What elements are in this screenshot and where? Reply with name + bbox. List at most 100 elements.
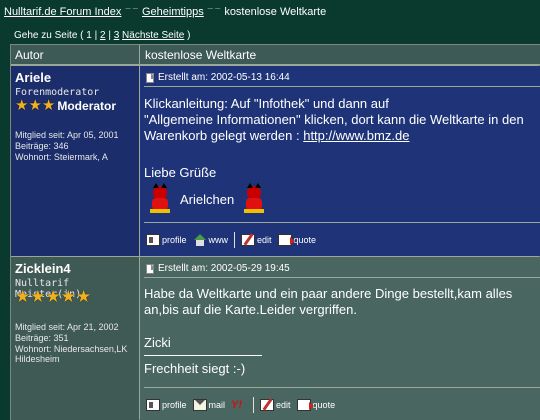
author-username: Ariele (15, 70, 52, 85)
edit-icon (241, 234, 256, 246)
quote-icon (296, 399, 314, 411)
edit-icon (260, 399, 275, 411)
post-document-icon (146, 263, 154, 274)
rank-stars: ★ ★ ★ ★ ★ (15, 288, 91, 305)
profile-label: profile (162, 235, 187, 245)
message-line: Habe da Weltkarte und ein paar andere Di… (144, 286, 513, 301)
post-row: Ariele Forenmoderator ★ ★ ★ Moderator Mi… (11, 66, 540, 256)
profile-button[interactable]: profile (146, 234, 187, 246)
action-divider (234, 232, 236, 248)
star-icon: ★ (45, 287, 61, 306)
message-line: Warenkorb gelegt werden : http://www.bmz… (144, 128, 535, 144)
post-actions: profile www edit quote (146, 232, 316, 248)
topic-column-header: kostenlose Weltkarte (145, 48, 257, 62)
header-rule (144, 86, 540, 87)
header-rule (144, 277, 540, 278)
pager-suffix: ) (187, 30, 191, 41)
yahoo-button[interactable]: Y! (231, 399, 247, 411)
location: Wohnort: Niedersachsen,LK (15, 344, 128, 354)
signature-separator (144, 355, 262, 356)
quote-label: quote (312, 400, 336, 410)
post-body: Erstellt am: 2002-05-29 19:45 Habe da We… (140, 257, 540, 420)
edit-label: edit (276, 400, 291, 410)
quote-icon (277, 234, 295, 246)
post-message: Klickanleitung: Auf "Infothek" und dann … (144, 96, 535, 144)
signature-name: Arielchen (180, 191, 235, 207)
post-actions: profile mail Y! edit quote (146, 397, 335, 413)
signature-block: Arielchen (146, 183, 268, 213)
edit-button[interactable]: edit (241, 234, 272, 246)
quote-button[interactable]: quote (296, 399, 336, 411)
www-label: www (208, 235, 229, 245)
signature: Frechheit siegt :-) (144, 361, 246, 376)
star-icon: ★ (28, 97, 42, 114)
author-column-header: Autor (15, 48, 44, 62)
message-line: Klickanleitung: Auf "Infothek" und dann … (144, 96, 389, 111)
table-header: Autor kostenlose Weltkarte (11, 45, 540, 65)
profile-icon (146, 399, 160, 411)
breadcrumb-separator: ¯ ¯ (207, 7, 221, 17)
post-header: Erstellt am: 2002-05-13 16:44 (146, 72, 290, 83)
actions-rule (144, 387, 540, 388)
pager-next-link[interactable]: Nächste Seite (122, 30, 184, 41)
bmz-link[interactable]: http://www.bmz.de (303, 128, 409, 143)
post-created-date: Erstellt am: 2002-05-29 19:45 (158, 263, 290, 274)
post-body: Erstellt am: 2002-05-13 16:44 Klickanlei… (140, 66, 540, 256)
star-icon: ★ (15, 287, 31, 306)
star-icon: ★ (76, 287, 92, 306)
post-header: Erstellt am: 2002-05-29 19:45 (146, 263, 290, 274)
post-count: Beiträge: 346 (15, 141, 69, 151)
mail-button[interactable]: mail (192, 399, 225, 411)
action-divider (253, 397, 255, 413)
www-button[interactable]: www (193, 234, 229, 246)
location: Wohnort: Steiermark, A (15, 152, 108, 162)
star-icon: ★ (15, 97, 29, 114)
message-line: an,bis auf die Karte.Leider vergriffen. (144, 302, 357, 317)
member-since: Mitglied seit: Apr 21, 2002 (15, 322, 119, 332)
mail-icon (192, 399, 207, 411)
breadcrumb-current-topic: kostenlose Weltkarte (224, 6, 327, 18)
header-divider (139, 45, 140, 65)
breadcrumb-separator: ¯ ¯ (125, 7, 138, 17)
edit-button[interactable]: edit (260, 399, 291, 411)
author-username: Zicklein4 (15, 261, 71, 276)
moderator-label: Moderator (57, 98, 117, 113)
quote-button[interactable]: quote (277, 234, 317, 246)
pager-prefix: Gehe zu Seite ( (14, 30, 84, 41)
post-row: Zicklein4 Nulltarif Meister(in) ★ ★ ★ ★ … (11, 257, 540, 420)
breadcrumb-geheimtipps-link[interactable]: Geheimtipps (142, 6, 204, 18)
sign-off: Zicki (144, 335, 171, 350)
star-icon: ★ (30, 287, 46, 306)
post-author-panel: Zicklein4 Nulltarif Meister(in) ★ ★ ★ ★ … (11, 257, 139, 420)
greeting: Liebe Grüße (144, 165, 217, 180)
post-message: Habe da Weltkarte und ein paar andere Di… (144, 286, 535, 318)
star-icon: ★ (60, 287, 76, 306)
yahoo-icon: Y! (231, 399, 243, 411)
pager-page-3-link[interactable]: 3 (114, 30, 120, 41)
devil-icon (146, 183, 174, 213)
edit-label: edit (257, 235, 272, 245)
message-line: "Allgemeine Informationen" klicken, dort… (144, 112, 524, 127)
profile-label: profile (162, 400, 187, 410)
home-icon (193, 234, 207, 246)
post-table: Autor kostenlose Weltkarte Ariele Forenm… (10, 44, 540, 420)
rank-stars: ★ ★ ★ Moderator (15, 97, 116, 114)
message-text: Warenkorb gelegt werden : (144, 128, 304, 143)
star-icon: ★ (41, 97, 56, 114)
member-since: Mitglied seit: Apr 05, 2001 (15, 130, 119, 140)
pager-page-2-link[interactable]: 2 (100, 30, 106, 41)
profile-icon (146, 234, 160, 246)
pagination: Gehe zu Seite ( 1 | 2 | 3 Nächste Seite … (14, 30, 191, 41)
post-author-panel: Ariele Forenmoderator ★ ★ ★ Moderator Mi… (11, 66, 139, 256)
breadcrumb-forum-index-link[interactable]: Nulltarif.de Forum Index (4, 6, 121, 18)
actions-rule (144, 222, 540, 223)
post-created-date: Erstellt am: 2002-05-13 16:44 (158, 72, 290, 83)
quote-label: quote (293, 235, 317, 245)
location-continued: Hildesheim (15, 354, 60, 364)
profile-button[interactable]: profile (146, 399, 187, 411)
devil-icon (240, 183, 268, 213)
breadcrumb: Nulltarif.de Forum Index ¯ ¯ Geheimtipps… (4, 6, 326, 18)
post-count: Beiträge: 351 (15, 333, 69, 343)
pager-page-1: 1 (86, 30, 92, 41)
post-document-icon (146, 72, 154, 83)
